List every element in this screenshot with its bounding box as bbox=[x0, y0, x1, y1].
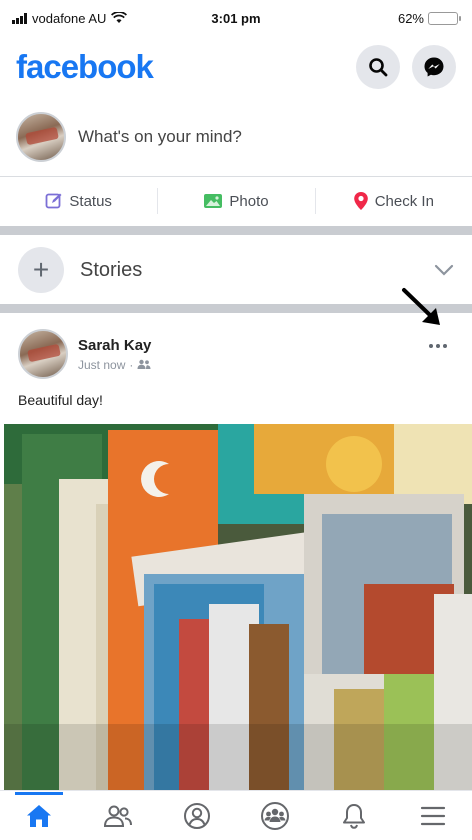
app-header: facebook bbox=[0, 36, 472, 98]
stories-label: Stories bbox=[80, 258, 143, 281]
tab-groups[interactable] bbox=[245, 793, 305, 839]
messenger-icon bbox=[424, 57, 444, 77]
check-in-label: Check In bbox=[374, 192, 434, 210]
post-time[interactable]: Just now bbox=[78, 358, 125, 372]
user-avatar[interactable] bbox=[16, 112, 66, 162]
post-text: Beautiful day! bbox=[18, 392, 103, 408]
status-left: vodafone AU bbox=[12, 10, 128, 26]
hamburger-menu-icon bbox=[420, 806, 445, 825]
section-divider bbox=[0, 226, 472, 235]
books-photo-image bbox=[4, 424, 472, 790]
facebook-logo[interactable]: facebook bbox=[16, 48, 154, 86]
status-button[interactable]: Status bbox=[0, 178, 157, 224]
status-edit-icon bbox=[45, 193, 62, 209]
battery-percent: 62% bbox=[397, 10, 424, 26]
photo-label: Photo bbox=[229, 192, 269, 210]
search-icon bbox=[369, 58, 388, 77]
post-photo[interactable] bbox=[4, 424, 472, 790]
add-story-button[interactable]: + bbox=[18, 247, 64, 293]
post-author-name[interactable]: Sarah Kay bbox=[78, 337, 412, 354]
header-actions bbox=[356, 45, 456, 89]
tab-profile[interactable] bbox=[167, 793, 227, 839]
photo-button[interactable]: Photo bbox=[157, 178, 314, 224]
post-subtitle: Just now · bbox=[78, 358, 412, 372]
status-label: Status bbox=[69, 192, 112, 210]
carrier-label: vodafone AU bbox=[32, 10, 107, 26]
photo-icon bbox=[204, 194, 223, 208]
signal-icon bbox=[12, 12, 27, 24]
composer-prompt[interactable]: What's on your mind? bbox=[78, 127, 242, 147]
post-header: Sarah Kay Just now · bbox=[0, 322, 472, 386]
tab-menu[interactable] bbox=[403, 793, 463, 839]
tab-home[interactable] bbox=[9, 791, 69, 839]
profile-icon bbox=[183, 802, 210, 829]
friends-icon bbox=[103, 805, 132, 827]
post-composer[interactable]: What's on your mind? bbox=[0, 104, 472, 170]
composer-actions: Status Photo Check In bbox=[0, 178, 472, 224]
home-icon bbox=[27, 804, 52, 827]
post-more-options-button[interactable] bbox=[422, 334, 454, 358]
more-dot bbox=[436, 344, 440, 348]
location-pin-icon bbox=[353, 192, 368, 210]
messenger-button[interactable] bbox=[412, 45, 456, 89]
divider bbox=[0, 176, 472, 177]
friends-icon bbox=[137, 359, 151, 369]
search-button[interactable] bbox=[356, 45, 400, 89]
status-bar: vodafone AU 3:01 pm 62% bbox=[0, 0, 472, 36]
post-meta: Sarah Kay Just now · bbox=[78, 337, 412, 372]
more-dot bbox=[429, 344, 433, 348]
post-author-avatar[interactable] bbox=[18, 329, 68, 379]
post-separator: · bbox=[129, 357, 134, 372]
groups-icon bbox=[261, 801, 290, 830]
plus-icon: + bbox=[32, 254, 50, 285]
check-in-button[interactable]: Check In bbox=[314, 178, 472, 224]
battery-icon bbox=[428, 11, 461, 25]
tab-notifications[interactable] bbox=[324, 793, 384, 839]
bell-icon bbox=[342, 803, 365, 829]
wifi-icon bbox=[111, 12, 128, 24]
status-time: 3:01 pm bbox=[211, 10, 261, 26]
chevron-down-icon[interactable] bbox=[434, 264, 454, 276]
bottom-tab-bar bbox=[0, 790, 472, 840]
more-dot bbox=[443, 344, 447, 348]
tab-friends[interactable] bbox=[88, 793, 148, 839]
status-right: 62% bbox=[397, 10, 461, 26]
